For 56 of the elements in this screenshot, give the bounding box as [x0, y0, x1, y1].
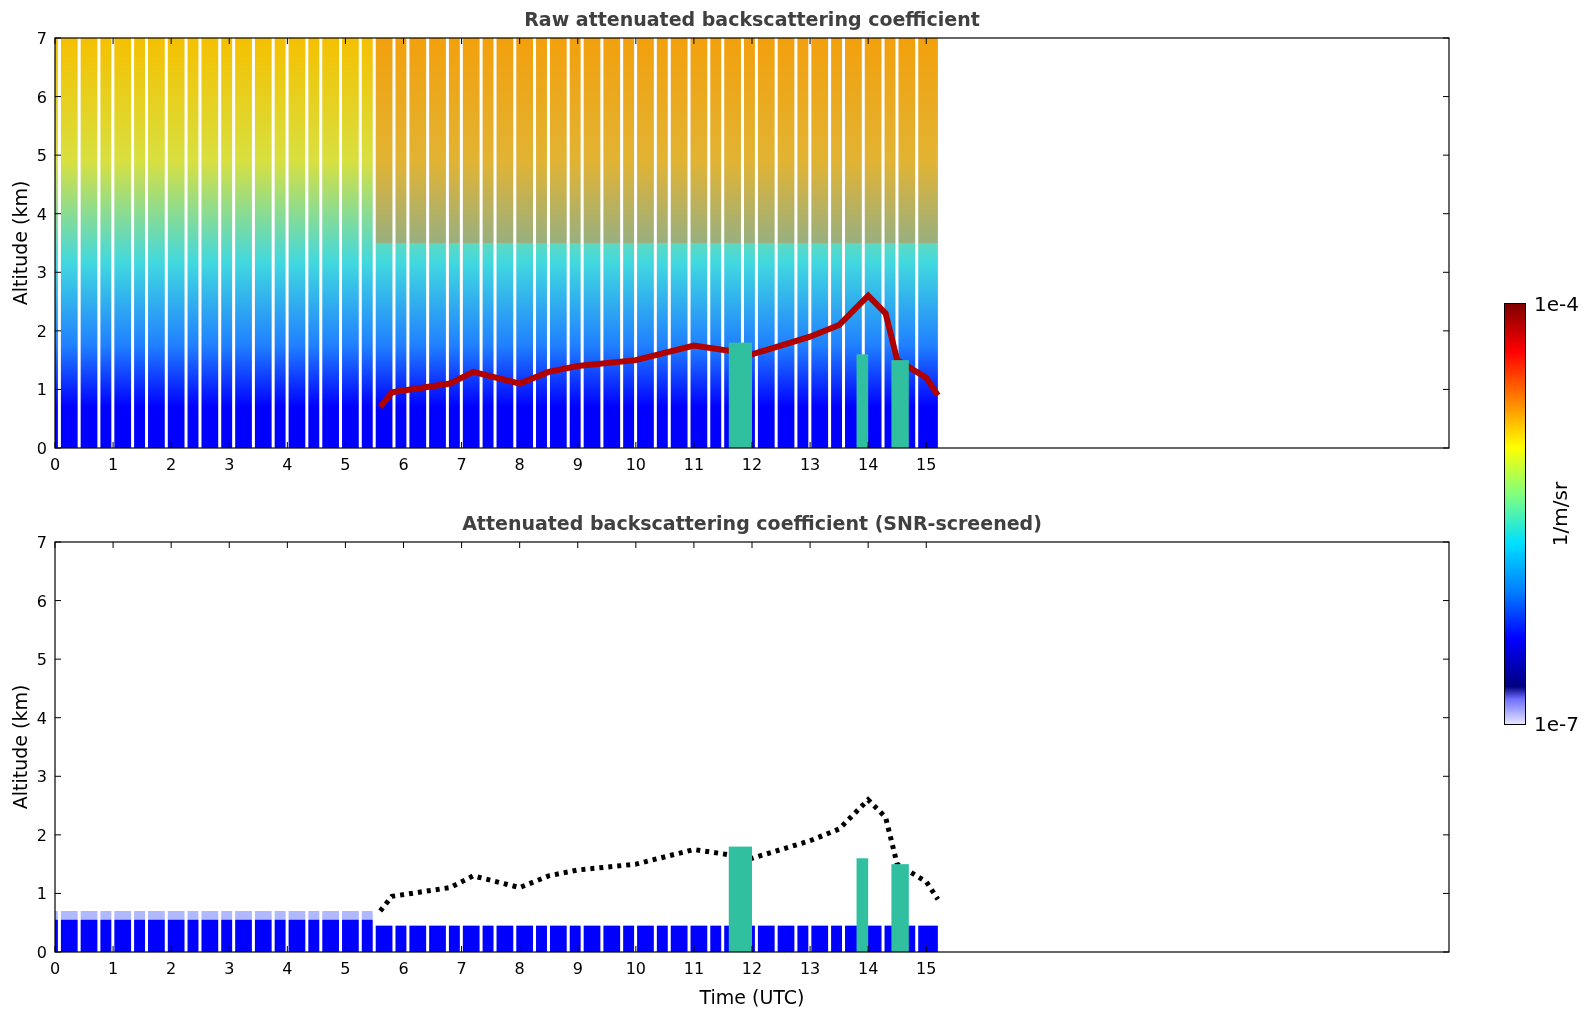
- plot-title: Raw attenuated backscattering coefficient: [524, 8, 980, 30]
- tick-label: 9: [572, 455, 583, 474]
- colorbar-tick-label: 1e-7: [1534, 714, 1579, 734]
- tick-label: 6: [398, 959, 409, 978]
- tick-label: 0: [36, 439, 47, 458]
- axis-label: Altitude (km): [9, 684, 31, 810]
- tick-label: 3: [224, 455, 235, 474]
- tick-label: 0: [36, 943, 47, 962]
- tick-label: 4: [36, 708, 47, 728]
- tick-label: 5: [36, 146, 47, 166]
- plot-title: Attenuated backscattering coefficient (SNR-screened): [462, 512, 1042, 534]
- tick-label: 2: [36, 321, 47, 341]
- tick-label: 7: [456, 455, 467, 474]
- axis-label: Time (UTC): [699, 986, 805, 1008]
- tick-label: 13: [799, 959, 821, 978]
- tick-label: 14: [858, 455, 879, 474]
- tick-label: 10: [625, 959, 646, 978]
- tick-label: 0: [49, 959, 61, 978]
- tick-label: 2: [166, 455, 177, 474]
- tick-label: 8: [514, 455, 525, 474]
- tick-label: 15: [916, 455, 937, 474]
- tick-label: 12: [741, 959, 763, 978]
- tick-label: 11: [683, 959, 705, 978]
- tick-label: 5: [36, 650, 47, 670]
- tick-label: 8: [514, 959, 525, 978]
- tick-label: 14: [858, 959, 879, 978]
- tick-label: 4: [36, 204, 47, 224]
- tick-label: 3: [36, 263, 47, 283]
- tick-label: 7: [456, 959, 467, 978]
- tick-label: 6: [36, 591, 47, 611]
- tick-label: 12: [741, 455, 763, 474]
- tick-label: 1: [108, 959, 119, 978]
- tick-label: 3: [36, 767, 47, 787]
- tick-label: 2: [166, 959, 177, 978]
- tick-label: 1: [36, 884, 47, 904]
- tick-label: 10: [625, 455, 646, 474]
- axis-label: Altitude (km): [9, 180, 31, 306]
- tick-label: 6: [36, 87, 47, 107]
- tick-label: 5: [340, 959, 351, 978]
- tick-label: 6: [398, 455, 409, 474]
- colorbar-label: 1/m/sr: [1550, 481, 1570, 547]
- tick-label: 13: [799, 455, 821, 474]
- tick-label: 15: [916, 959, 937, 978]
- tick-label: 4: [282, 455, 293, 474]
- tick-label: 9: [572, 959, 583, 978]
- tick-label: 7: [36, 533, 47, 552]
- tick-label: 3: [224, 959, 235, 978]
- tick-label: 7: [36, 29, 47, 48]
- tick-label: 0: [49, 455, 61, 474]
- tick-label: 2: [36, 825, 47, 845]
- tick-label: 4: [282, 959, 293, 978]
- colorbar-tick-label: 1e-4: [1534, 294, 1579, 314]
- tick-label: 11: [683, 455, 705, 474]
- tick-label: 1: [108, 455, 119, 474]
- tick-label: 1: [36, 380, 47, 400]
- tick-label: 5: [340, 455, 351, 474]
